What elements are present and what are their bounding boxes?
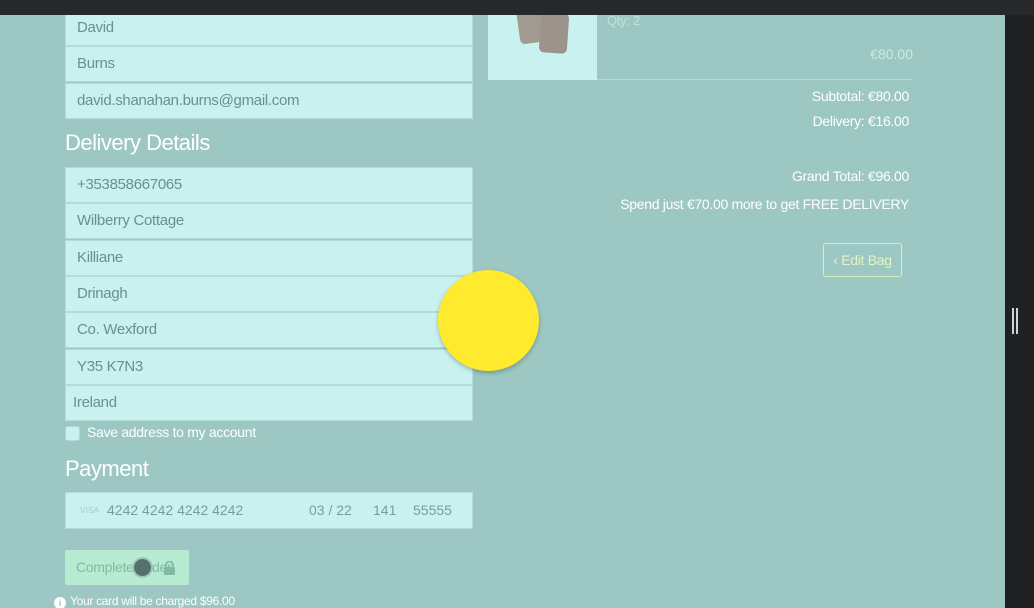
product-line-price: €80.00 (870, 46, 913, 62)
product-divider (597, 79, 913, 80)
delivery-cost: Delivery: €16.00 (812, 113, 910, 129)
card-cvc-value: 141 (373, 502, 397, 518)
payment-heading: Payment (65, 456, 149, 481)
window-edge (1005, 15, 1034, 608)
click-highlight-circle (438, 270, 539, 371)
charge-note: i Your card will be charged $96.00 (54, 594, 235, 608)
grand-total: Grand Total: €96.00 (791, 168, 909, 184)
chevron-left-icon: ‹ (833, 252, 838, 268)
charge-note-text: Your card will be charged $96.00 (70, 594, 235, 608)
subtotal: Subtotal: €80.00 (811, 88, 909, 104)
postcode-field[interactable]: Y35 K7N3 (65, 349, 473, 385)
email-field[interactable]: david.shanahan.burns@gmail.com (65, 83, 473, 119)
first-name-field[interactable]: David (65, 15, 473, 46)
lock-icon (164, 561, 175, 575)
resize-handle-icon[interactable] (1012, 308, 1018, 334)
address-line2-field[interactable]: Killiane (65, 240, 473, 276)
last-name-field[interactable]: Burns (65, 46, 473, 82)
product-image (488, 15, 597, 80)
card-zip-value: 55555 (413, 502, 452, 518)
card-expiry-value: 03 / 22 (309, 502, 352, 518)
delivery-details-heading: Delivery Details (65, 130, 210, 155)
complete-order-label: Complete Order (76, 559, 172, 575)
checkout-page: David Burns david.shanahan.burns@gmail.c… (0, 15, 1005, 608)
card-number-value: 4242 4242 4242 4242 (107, 502, 244, 518)
country-select[interactable]: Ireland (65, 385, 473, 421)
free-delivery-note: Spend just €70.00 more to get FREE DELIV… (620, 196, 909, 212)
card-input[interactable]: VISA 4242 4242 4242 4242 03 / 22 141 555… (65, 492, 473, 529)
product-qty: Qty: 2 (607, 15, 640, 28)
complete-order-button[interactable]: Complete Order (65, 550, 189, 585)
free-delivery-strong: FREE DELIVERY (802, 196, 910, 212)
save-address-checkbox[interactable] (65, 426, 80, 441)
free-delivery-prefix: Spend just €70.00 more to get (620, 196, 803, 212)
county-field[interactable]: Co. Wexford (65, 312, 473, 348)
card-brand-icon: VISA (80, 506, 100, 515)
save-address-label: Save address to my account (87, 424, 256, 440)
boot-shape-right (538, 15, 570, 54)
mouse-cursor-indicator (132, 557, 153, 578)
town-field[interactable]: Drinagh (65, 276, 473, 312)
browser-top-bar (0, 0, 1034, 15)
edit-bag-label: Edit Bag (841, 252, 892, 268)
info-icon: i (54, 597, 66, 608)
address-line1-field[interactable]: Wilberry Cottage (65, 203, 473, 239)
phone-field[interactable]: +353858667065 (65, 167, 473, 203)
edit-bag-button[interactable]: ‹ Edit Bag (823, 243, 902, 277)
